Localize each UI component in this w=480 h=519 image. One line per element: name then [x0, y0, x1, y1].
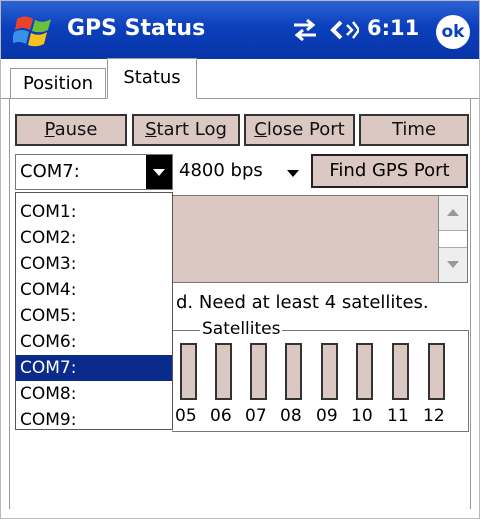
com-port-option[interactable]: COM6: [16, 329, 172, 355]
scroll-up-icon[interactable] [439, 196, 467, 231]
tab-status[interactable]: Status [107, 58, 197, 99]
satellite-number: 07 [245, 406, 267, 426]
pause-button[interactable]: Pause [15, 114, 127, 146]
satellite-signal-bar [321, 343, 338, 400]
com-port-select[interactable]: COM7: [15, 154, 173, 190]
satellite-number: 06 [210, 406, 232, 426]
chevron-down-icon[interactable] [287, 170, 299, 177]
satellite-signal-bar [392, 343, 409, 400]
baud-rate-value: 4800 bps [179, 160, 263, 181]
satellite-number: 09 [316, 406, 338, 426]
com-port-value: COM7: [20, 161, 80, 182]
scroll-down-icon[interactable] [439, 247, 467, 282]
com-port-option[interactable]: COM7: [16, 355, 172, 381]
volume-icon[interactable] [329, 16, 359, 44]
title-bar: GPS Status 6:11 ok [1, 1, 479, 59]
chevron-down-icon[interactable] [146, 155, 172, 189]
com-port-option[interactable]: COM3: [16, 251, 172, 277]
app-title: GPS Status [67, 16, 206, 41]
satellite-signal-bar [250, 343, 267, 400]
log-textbox[interactable] [172, 195, 468, 283]
clock[interactable]: 6:11 [367, 16, 419, 40]
satellite-signal-bar [180, 343, 197, 400]
satellite-signal-bar [215, 343, 232, 400]
find-gps-port-button[interactable]: Find GPS Port [311, 154, 468, 188]
com-port-dropdown-list[interactable]: COM1: COM2: COM3: COM4: COM5: COM6: COM7: COM8:… [15, 192, 173, 430]
com-port-option[interactable]: COM4: [16, 277, 172, 303]
satellite-signal-bar [428, 343, 445, 400]
com-port-option[interactable]: COM8: [16, 381, 172, 407]
com-port-option[interactable]: COM1: [16, 199, 172, 225]
satellite-signal-bar [285, 343, 302, 400]
satellites-legend: Satellites [200, 319, 283, 339]
baud-rate-select[interactable]: 4800 bps [175, 154, 308, 190]
satellite-number: 10 [351, 406, 373, 426]
satellite-number: 12 [423, 406, 445, 426]
com-port-option[interactable]: COM2: [16, 225, 172, 251]
tab-position[interactable]: Position [10, 68, 106, 98]
start-log-button[interactable]: Start Log [132, 114, 240, 146]
time-button[interactable]: Time [359, 114, 469, 146]
close-port-button[interactable]: Close Port [244, 114, 355, 146]
windows-logo-icon[interactable] [13, 11, 57, 51]
satellite-number: 05 [175, 406, 197, 426]
satellite-number: 11 [387, 406, 409, 426]
satellite-signal-bar [356, 343, 373, 400]
satellite-number: 08 [280, 406, 302, 426]
status-message: d. Need at least 4 satellites. [176, 292, 429, 313]
connectivity-icon[interactable] [292, 18, 318, 42]
ok-button[interactable]: ok [436, 15, 470, 49]
com-port-option[interactable]: COM9: [16, 407, 172, 433]
scrollbar[interactable] [438, 196, 467, 282]
com-port-option[interactable]: COM5: [16, 303, 172, 329]
